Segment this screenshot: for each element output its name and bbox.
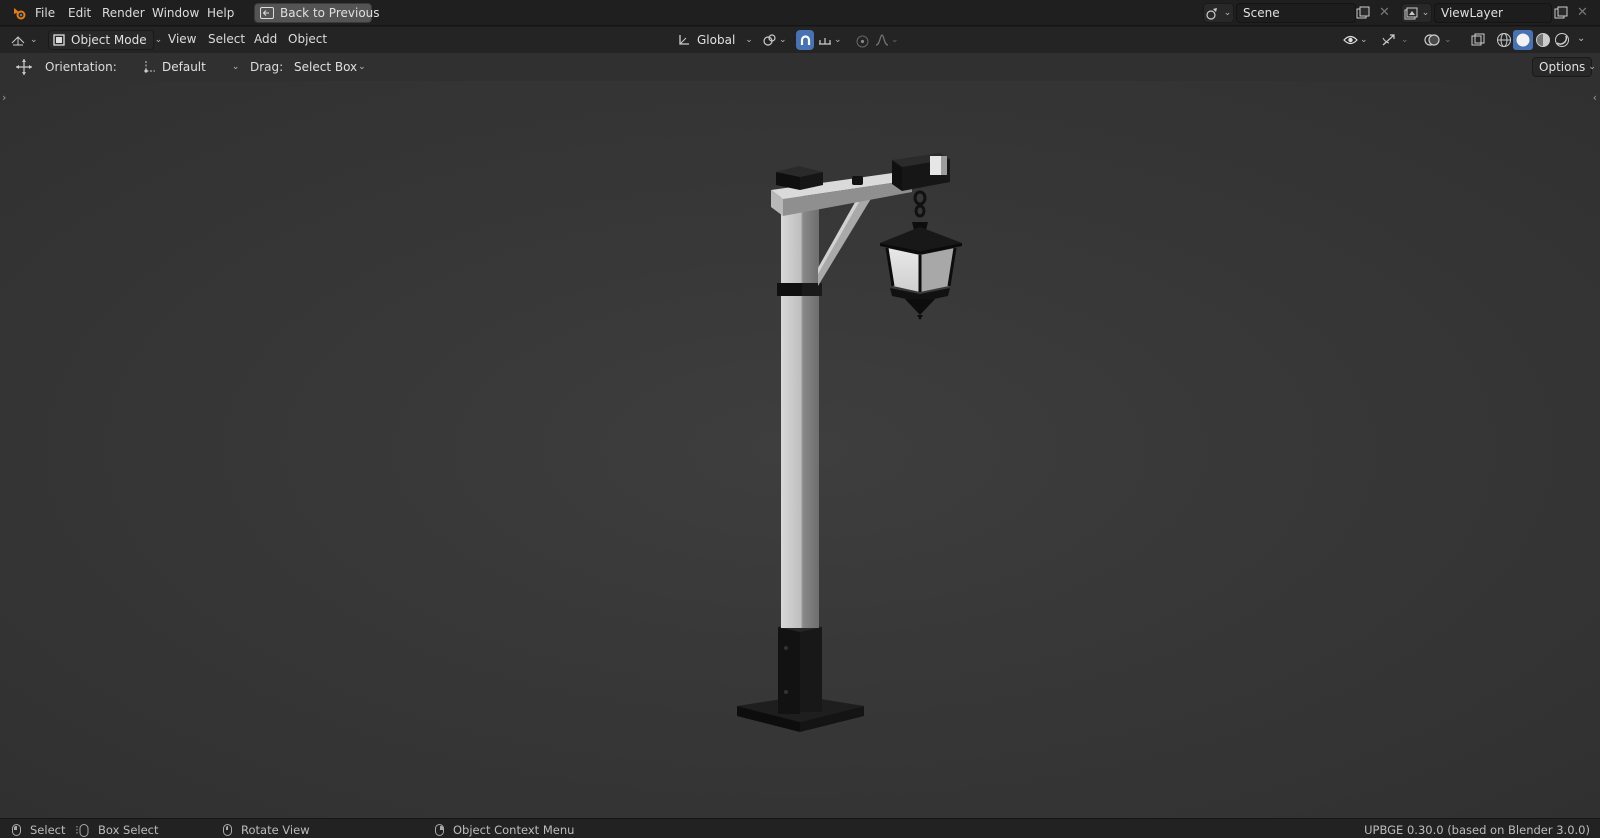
pole-collar — [777, 283, 822, 296]
header-menu-view[interactable]: View — [168, 32, 196, 46]
gizmo-icon — [1381, 33, 1397, 47]
3d-viewport[interactable]: › ‹ — [0, 81, 1600, 818]
viewport-header: ⌄ Object Mode ⌄ View Select Add Object G… — [0, 27, 1600, 53]
pivot-link-icon — [763, 33, 777, 47]
lantern — [880, 222, 962, 320]
editor-type-icon — [10, 33, 26, 47]
magnet-icon — [799, 34, 812, 47]
delete-scene-icon[interactable]: ✕ — [1379, 5, 1390, 20]
lamp-pole — [781, 196, 819, 628]
overlays-dropdown[interactable]: ⌄ — [1424, 30, 1460, 50]
options-label: Options — [1539, 60, 1586, 74]
version-info: UPBGE 0.30.0 (based on Blender 3.0.0) — [1364, 823, 1590, 837]
right-mouse-icon — [435, 824, 444, 836]
object-visibility-dropdown[interactable]: ⌄ — [1343, 30, 1373, 50]
falloff-curve-icon — [875, 34, 889, 46]
solid-shading-icon[interactable] — [1513, 30, 1533, 50]
menu-help[interactable]: Help — [207, 6, 234, 20]
new-viewlayer-icon[interactable] — [1554, 6, 1568, 20]
orientation-value: Default — [162, 60, 206, 74]
status-select-label: Select — [30, 823, 66, 837]
menu-window[interactable]: Window — [152, 6, 199, 20]
move-tool-icon[interactable] — [15, 58, 33, 76]
lantern-hanger — [913, 190, 927, 218]
diagonal-brace — [818, 197, 872, 286]
middle-mouse-icon — [223, 824, 232, 836]
status-box-select-label: Box Select — [98, 823, 159, 837]
pole-cap — [776, 166, 823, 190]
falloff-dropdown[interactable]: ⌄ — [875, 30, 903, 50]
status-context-menu-label: Object Context Menu — [453, 823, 575, 837]
back-to-previous-button[interactable]: Back to Previous — [254, 3, 380, 23]
overlays-icon — [1424, 33, 1440, 47]
scene-name-text: Scene — [1243, 6, 1280, 20]
scene-icon — [1206, 7, 1220, 20]
viewlayer-name-field[interactable]: ViewLayer — [1434, 3, 1552, 23]
drag-value: Select Box — [294, 60, 358, 74]
top-bar: File Edit Render Window Help Back to Pre… — [0, 0, 1600, 26]
header-menu-add[interactable]: Add — [254, 32, 277, 46]
orientation-dropdown[interactable]: Default ⌄ — [139, 57, 239, 77]
lamp-post-model[interactable] — [0, 81, 1600, 818]
snap-increment-icon — [818, 34, 832, 46]
status-rotate-view-label: Rotate View — [241, 823, 310, 837]
delete-viewlayer-icon[interactable]: ✕ — [1577, 5, 1588, 20]
proportional-editing-icon[interactable] — [856, 35, 869, 48]
shading-options-chevron-icon[interactable]: ⌄ — [1577, 33, 1585, 44]
viewlayer-name-text: ViewLayer — [1441, 6, 1503, 20]
menu-file[interactable]: File — [35, 6, 55, 20]
rendered-shading-icon[interactable] — [1554, 32, 1570, 48]
back-arrow-icon — [260, 7, 274, 19]
back-to-previous-label: Back to Previous — [280, 6, 380, 20]
scene-browse-button[interactable]: ⌄ — [1203, 3, 1234, 23]
status-rotate-view: Rotate View — [223, 823, 310, 837]
material-preview-shading-icon[interactable] — [1535, 32, 1551, 48]
object-mode-dropdown[interactable]: Object Mode ⌄ — [48, 30, 162, 50]
menu-render[interactable]: Render — [102, 6, 145, 20]
status-context-menu: Object Context Menu — [435, 823, 574, 837]
wireframe-shading-icon[interactable] — [1496, 32, 1512, 48]
viewlayer-browse-button[interactable]: ⌄ — [1401, 3, 1432, 23]
orientation-label: Orientation: — [45, 60, 117, 74]
status-select: Select — [12, 823, 65, 837]
scene-name-field[interactable]: Scene — [1236, 3, 1356, 23]
xray-toggle-icon[interactable] — [1471, 33, 1485, 47]
orientation-axes-icon — [677, 33, 691, 47]
default-orientation-icon — [143, 60, 156, 74]
drag-mouse-icon — [76, 823, 90, 837]
tool-settings-bar: Orientation: Default ⌄ Drag: Select Box … — [0, 53, 1600, 81]
render-layers-icon — [1404, 7, 1418, 20]
options-dropdown[interactable]: Options ⌄ — [1532, 57, 1596, 77]
object-mode-icon — [53, 34, 65, 46]
status-bar: Select Box Select Rotate View Object Con… — [0, 818, 1600, 838]
new-scene-icon[interactable] — [1356, 6, 1370, 20]
snap-toggle[interactable] — [796, 30, 814, 50]
transform-orientation-label: Global — [697, 33, 736, 47]
gizmo-dropdown[interactable]: ⌄ — [1381, 30, 1417, 50]
drag-dropdown[interactable]: Select Box ⌄ — [288, 57, 366, 77]
blender-logo-icon[interactable] — [11, 5, 27, 21]
editor-type-button[interactable]: ⌄ — [10, 30, 42, 50]
header-menu-select[interactable]: Select — [208, 32, 245, 46]
left-mouse-icon — [12, 824, 21, 836]
header-menu-object[interactable]: Object — [288, 32, 327, 46]
pivot-point-dropdown[interactable]: ⌄ — [763, 30, 791, 50]
snap-target-dropdown[interactable]: ⌄ — [818, 30, 846, 50]
status-box-select: Box Select — [76, 823, 159, 837]
transform-orientation-dropdown[interactable]: Global ⌄ — [677, 30, 754, 50]
menu-edit[interactable]: Edit — [68, 6, 91, 20]
base-sleeve — [778, 622, 822, 714]
drag-label: Drag: — [250, 60, 284, 74]
object-mode-label: Object Mode — [71, 33, 147, 47]
eye-icon — [1343, 34, 1358, 46]
arm-end-block — [892, 153, 950, 191]
